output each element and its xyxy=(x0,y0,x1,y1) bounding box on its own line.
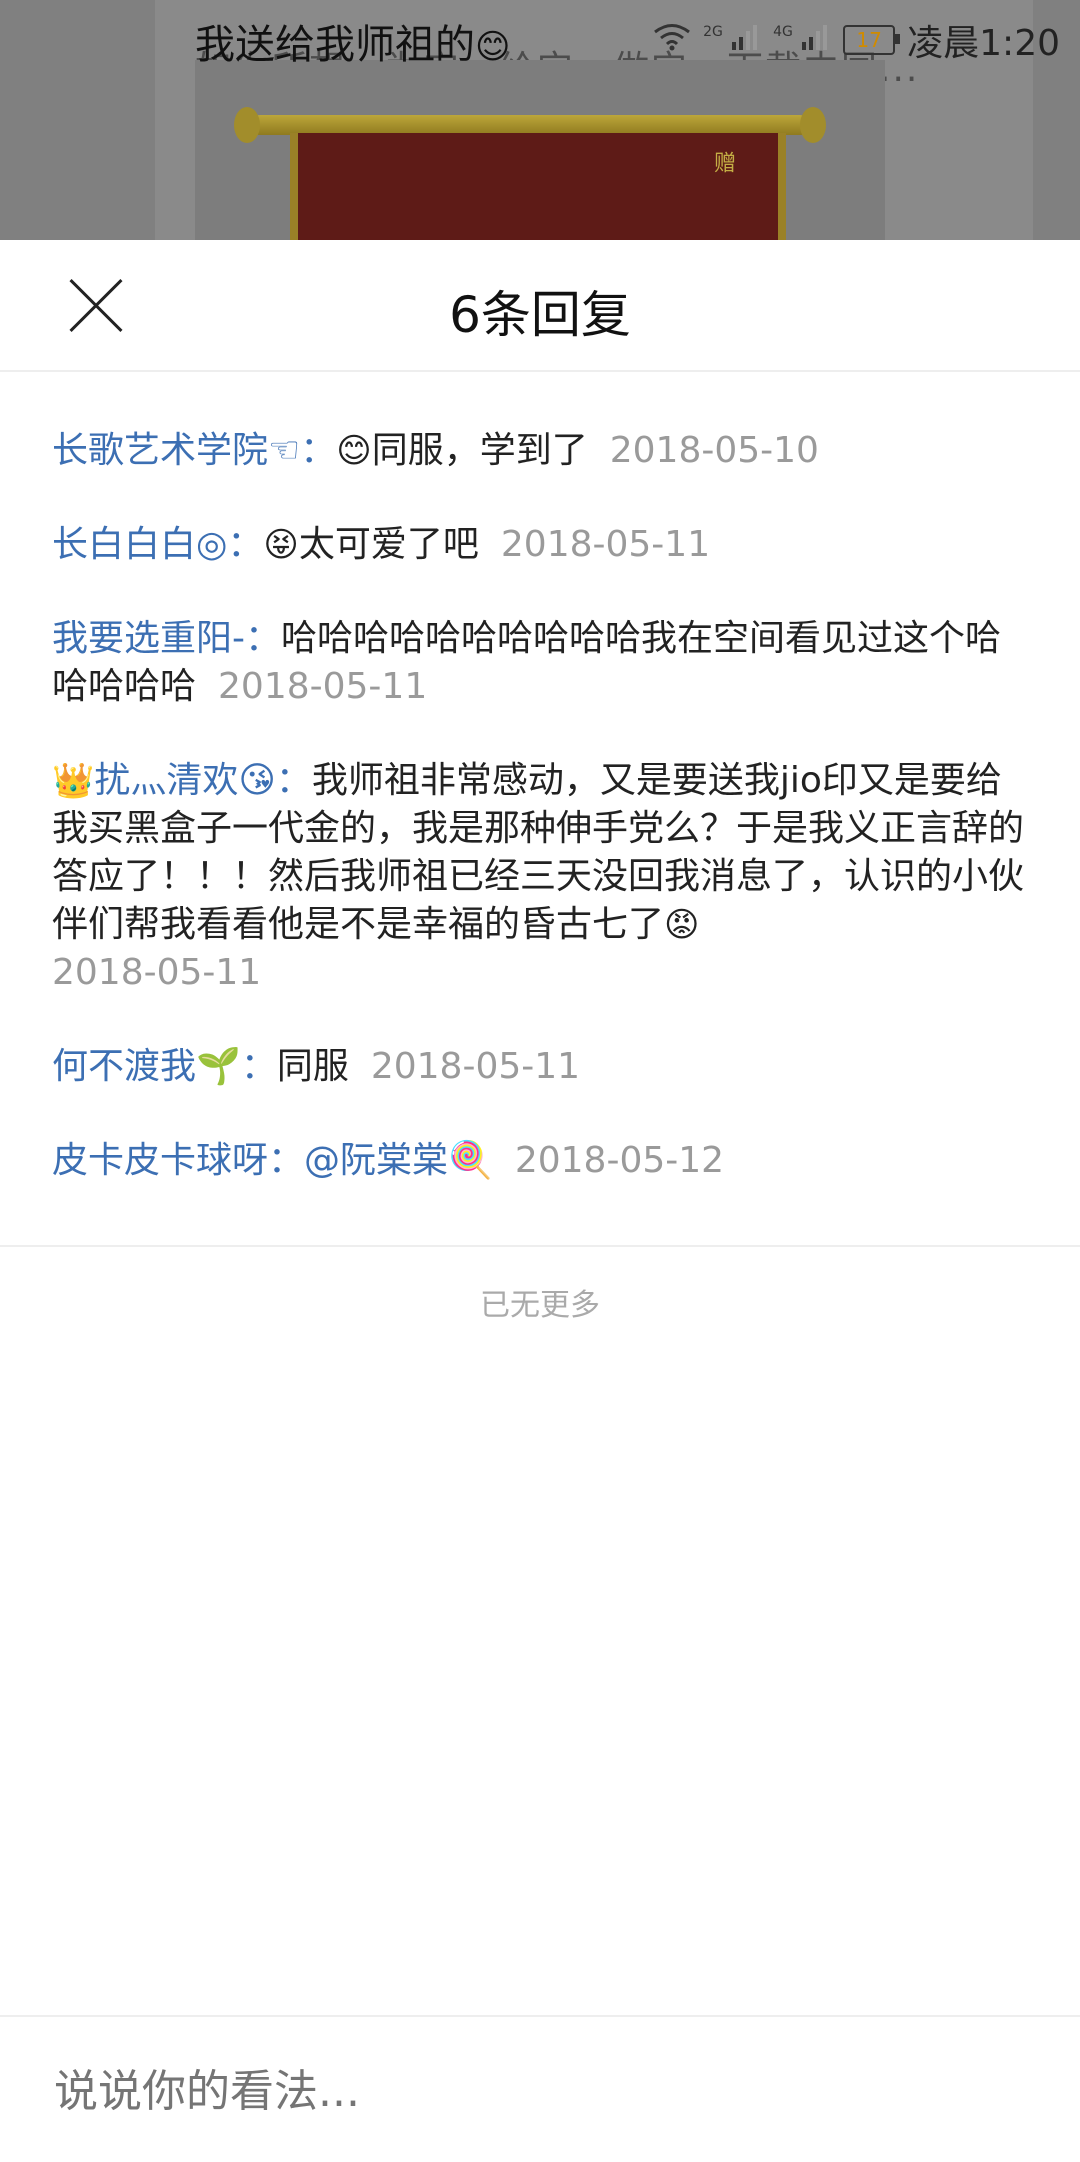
reply-date: 2018-05-11 xyxy=(52,952,262,993)
reply-date: 2018-05-10 xyxy=(609,430,819,471)
reply-mention[interactable]: @阮棠棠🍭 xyxy=(304,1140,493,1181)
grin-emoji-icon: 😝 xyxy=(263,525,299,565)
pennant-text: 赠 xyxy=(710,151,735,173)
reply-text: 太可爱了吧 xyxy=(298,524,479,565)
reply-username[interactable]: 何不渡我🌱： xyxy=(52,1046,277,1087)
comment-bar xyxy=(0,2015,1080,2162)
wifi-icon xyxy=(653,23,691,58)
reply-date: 2018-05-11 xyxy=(218,666,428,707)
sheet-title: 6条回复 xyxy=(449,286,631,344)
reply-username[interactable]: 我要选重阳-： xyxy=(52,618,281,659)
signal-4g-icon: 4G xyxy=(773,24,831,57)
status-icons: 2G 4G 17 凌晨1:20 xyxy=(653,14,1060,66)
reply-item: 👑扰灬清欢😘：我师祖非常感动，又是要送我jio印又是要给我买黑盒子一代金的，我是… xyxy=(52,757,1028,997)
clock: 凌晨1:20 xyxy=(907,23,1060,64)
battery-icon: 17 xyxy=(843,25,901,55)
smile-emoji-icon: 😊 xyxy=(336,431,372,471)
post-title-text: 我送给我师祖的 xyxy=(195,22,475,68)
reply-username[interactable]: 皮卡皮卡球呀： xyxy=(52,1140,304,1181)
reply-username[interactable]: 扰灬清欢 xyxy=(94,760,238,801)
status-bar: 我送给我师祖的😊 2G 4G 17 凌晨1:20 xyxy=(0,0,1080,75)
battery-level: 17 xyxy=(856,28,882,52)
reply-item: 何不渡我🌱：同服 2018-05-11 xyxy=(52,1043,1028,1091)
reply-item: 长歌艺术学院☜：😊同服，学到了 2018-05-10 xyxy=(52,427,1028,475)
angry-emoji-icon: 😡 xyxy=(664,905,700,945)
reply-item: 长白白白◎：😝太可爱了吧 2018-05-11 xyxy=(52,521,1028,569)
smile-emoji-icon: 😊 xyxy=(475,27,511,67)
post-image: 赠 xyxy=(195,60,885,240)
reply-date: 2018-05-12 xyxy=(514,1140,725,1181)
reply-date: 2018-05-11 xyxy=(370,1046,581,1087)
comment-input[interactable] xyxy=(52,2055,1036,2127)
reply-item: 皮卡皮卡球呀：@阮棠棠🍭 2018-05-12 xyxy=(52,1137,1028,1185)
reply-date: 2018-05-11 xyxy=(500,524,711,565)
reply-text: 同服 xyxy=(276,1046,349,1087)
pennant-rod xyxy=(234,107,826,143)
network-4g-label: 4G xyxy=(773,23,793,40)
post-title: 我送给我师祖的😊 xyxy=(195,12,510,70)
reply-item: 我要选重阳-：哈哈哈哈哈哈哈哈哈哈我在空间看见过这个哈哈哈哈哈 2018-05-1… xyxy=(52,615,1028,711)
reply-list: 长歌艺术学院☜：😊同服，学到了 2018-05-10 长白白白◎：😝太可爱了吧 20… xyxy=(0,372,1080,1185)
sheet-header: 6条回复 xyxy=(0,240,1080,372)
kiss-emoji-icon: 😘： xyxy=(238,760,312,801)
crown-emoji-icon: 👑 xyxy=(52,761,95,801)
list-divider xyxy=(0,1245,1080,1247)
reply-username[interactable]: 长歌艺术学院☜： xyxy=(52,430,336,471)
no-more-label: 已无更多 xyxy=(480,1288,600,1323)
reply-username[interactable]: 长白白白◎： xyxy=(52,524,263,565)
signal-2g-icon: 2G xyxy=(703,24,761,57)
reply-text: 同服，学到了 xyxy=(371,430,588,471)
network-2g-label: 2G xyxy=(703,23,723,40)
replies-sheet: 6条回复 长歌艺术学院☜：😊同服，学到了 2018-05-10 长白白白◎：😝太可… xyxy=(0,240,1080,2162)
pennant-banner: 赠 xyxy=(290,133,786,240)
